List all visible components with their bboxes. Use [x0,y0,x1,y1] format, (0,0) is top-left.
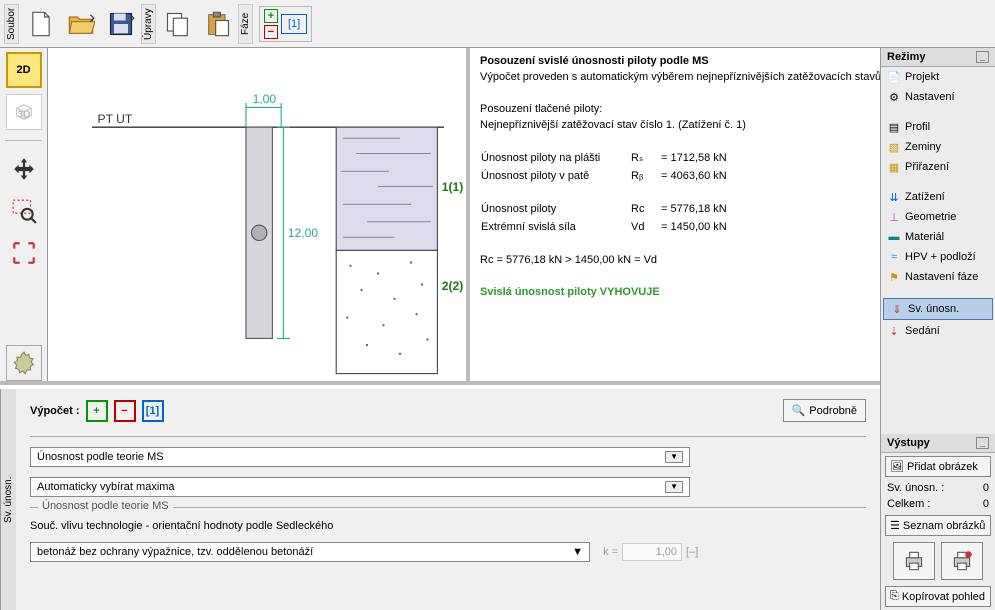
modes-minimize[interactable]: _ [976,51,989,63]
phase-add-button[interactable]: + [264,9,278,23]
phase-current[interactable]: [1] [281,14,307,34]
outputs-minimize[interactable]: _ [976,437,989,449]
zoom-rect-icon [11,198,37,224]
out-row2-label: Celkem : [887,498,930,510]
mode-nastaveni-faze[interactable]: ⚑Nastavení fáze [881,267,995,287]
dim-depth: 12,00 [288,226,319,240]
open-file-button[interactable] [63,6,99,42]
upravy-group-label: Úpravy [141,4,156,44]
chevron-down-icon: ▼ [665,451,683,463]
detail-icon: 🔍 [792,404,806,417]
k-input: 1,00 [622,543,682,561]
paste-button[interactable] [200,6,236,42]
mode-nastaveni[interactable]: ⚙Nastavení [881,87,995,107]
faze-group-label: Fáze [238,4,253,44]
settlement-icon: ⇣ [887,324,901,338]
assign-icon: ▦ [887,160,901,174]
document-icon: 📄 [887,70,901,84]
chevron-down-icon: ▼ [572,546,583,558]
folder-open-icon [67,10,95,38]
dim-top: 1,00 [253,92,277,106]
zoom-extents-button[interactable] [6,235,42,271]
mode-hpv[interactable]: ≈HPV + podloží [881,247,995,267]
mode-geometrie[interactable]: ⊥Geometrie [881,207,995,227]
print-button[interactable] [893,542,935,580]
modes-header: Režimy_ [881,48,995,67]
theory-select[interactable]: Únosnost podle teorie MS▼ [30,447,690,467]
mode-sv-unosn[interactable]: ⇓Sv. únosn. [883,298,993,320]
copy-view-button[interactable]: ⎘Kopírovat pohled [885,586,991,607]
calc-remove-button[interactable]: − [114,400,136,422]
mode-sedani[interactable]: ⇣Sedání [881,321,995,341]
ms-group: Únosnost podle teorie MS Souč. vlivu tec… [30,507,866,562]
list-icon: ☰ [890,519,900,532]
zoom-region-button[interactable] [6,193,42,229]
list-pictures-button[interactable]: ☰Seznam obrázků [885,515,991,536]
view-3d-button[interactable]: 3D [6,94,42,130]
layer1-label: 1(1) [442,180,464,194]
blank-page-icon [27,10,55,38]
drawing-canvas[interactable]: PT UT 1,00 12,00 [48,48,470,381]
layer2-label: 2(2) [442,279,464,293]
mode-zeminy[interactable]: ▧Zeminy [881,137,995,157]
move-arrows-icon [11,156,37,182]
water-icon: ≈ [887,250,901,264]
gear-small-icon: ⚙ [887,90,901,104]
mode-zatizeni[interactable]: ⇊Zatížení [881,187,995,207]
soil-icon: ▧ [887,140,901,154]
copy-small-icon: ⎘ [890,590,899,603]
cube-3d-icon: 3D [13,101,35,123]
podrobne-button[interactable]: 🔍Podrobně [783,399,866,422]
view-2d-button[interactable]: 2D [6,52,42,88]
mode-prirazeni[interactable]: ▦Přiřazení [881,157,995,177]
new-file-button[interactable] [23,6,59,42]
material-icon: ▬ [887,230,901,244]
pile-drawing: PT UT 1,00 12,00 [48,48,466,381]
copy-icon [164,10,192,38]
phase-settings-icon: ⚑ [887,270,901,284]
chevron-down-icon: ▼ [665,481,683,493]
out-row1-label: Sv. únosn. : [887,482,944,494]
mode-profil[interactable]: ▤Profil [881,117,995,137]
outputs-header: Výstupy_ [881,434,995,453]
bottom-side-tab[interactable]: Sv. únosn. [0,389,16,610]
calc-add-button[interactable]: + [86,400,108,422]
add-picture-icon: 🖼 [890,460,904,473]
gear-icon [11,350,37,376]
settings-gear-button[interactable] [6,345,42,381]
load-icon: ⇊ [887,190,901,204]
mode-projekt[interactable]: 📄Projekt [881,67,995,87]
soubor-group-label: Soubor [4,4,19,44]
k-unit: [–] [686,546,698,558]
geometry-icon: ⊥ [887,210,901,224]
calc-current[interactable]: [1] [142,400,164,422]
print-color-button[interactable] [941,542,983,580]
floppy-icon [107,10,135,38]
pan-button[interactable] [6,151,42,187]
svg-text:3D: 3D [17,110,30,121]
out-row2-val: 0 [983,498,989,510]
pt-ut-label: PT UT [98,112,133,126]
save-file-button[interactable] [103,6,139,42]
fit-extents-icon [11,240,37,266]
k-label: k = [603,546,618,558]
phase-remove-button[interactable]: − [264,25,278,39]
vypocet-label: Výpočet : [30,405,80,417]
out-row1-val: 0 [983,482,989,494]
printer-color-icon [949,548,975,574]
autoselect-select[interactable]: Automaticky vybírat maxima▼ [30,477,690,497]
technology-select[interactable]: betonáž bez ochrany výpažnice, tzv. oddě… [30,542,590,562]
add-picture-button[interactable]: 🖼Přidat obrázek [885,456,991,477]
paste-icon [204,10,232,38]
bearing-icon: ⇓ [890,302,904,316]
tech-label: Souč. vlivu technologie - orientační hod… [30,520,866,532]
mode-material[interactable]: ▬Materiál [881,227,995,247]
copy-button[interactable] [160,6,196,42]
printer-icon [901,548,927,574]
report-title: Posouzení svislé únosnosti piloty podle … [480,55,709,67]
phase-switcher: + − [1] [259,6,312,42]
profile-icon: ▤ [887,120,901,134]
